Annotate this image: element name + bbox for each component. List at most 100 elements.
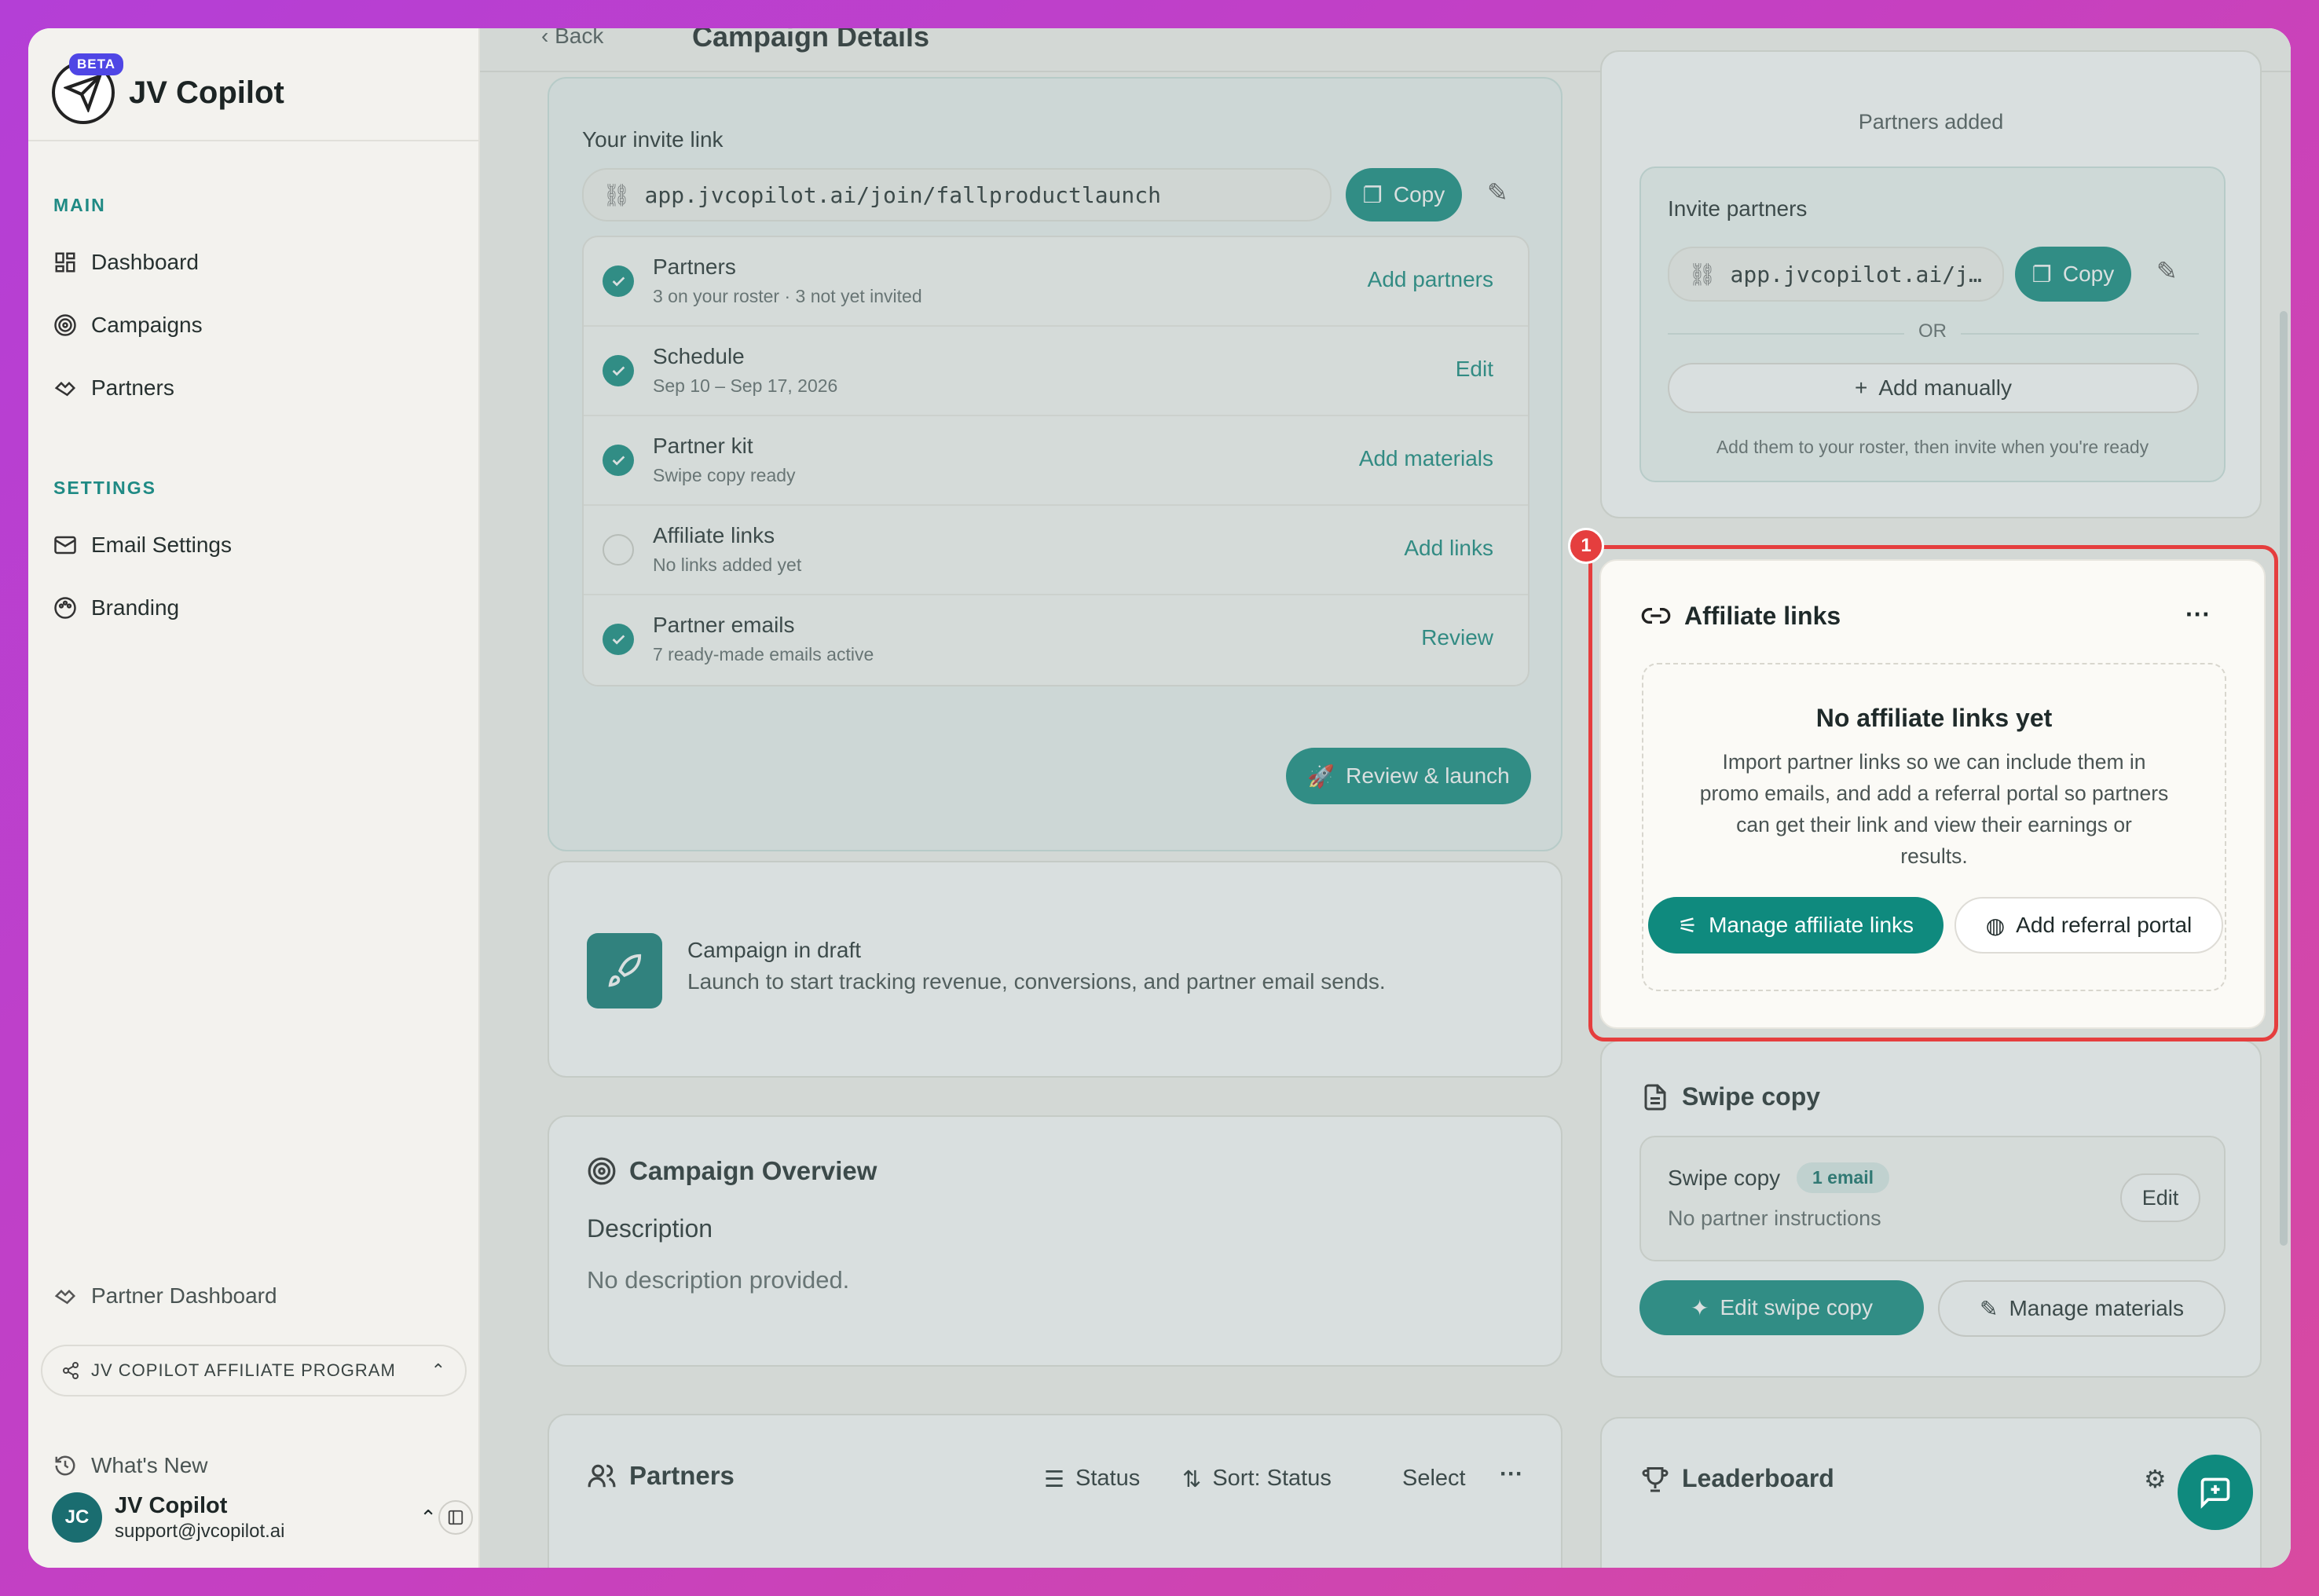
settings-section-label: SETTINGS [53,478,157,498]
checklist-row-schedule: Schedule Sep 10 – Sep 17, 2026 Edit [584,327,1528,416]
history-icon [55,1455,75,1476]
leaderboard-title: Leaderboard [1682,1464,1834,1492]
affiliate-program-toggle[interactable]: JV COPILOT AFFILIATE PROGRAM ⌃ [41,1345,467,1396]
empty-state-line: Import partner links so we can include t… [1722,750,2146,774]
partners-title: Partners [629,1461,735,1490]
status-filter-button[interactable]: ☰ Status [1044,1466,1140,1493]
sidebar-item-label: Partner Dashboard [91,1283,277,1308]
more-icon[interactable]: ··· [1500,1461,1523,1488]
manage-materials-button[interactable]: ✎ Manage materials [1938,1280,2226,1337]
pencil-icon[interactable]: ✎ [1487,178,1508,207]
add-links-link[interactable]: Add links [1404,536,1493,561]
invite-box: Invite partners ⛓ app.jvcopilot.ai/j… ❐ C… [1639,167,2226,482]
sidebar-item-email-settings[interactable]: Email Settings [53,522,446,569]
back-link[interactable]: ‹ Back [541,28,603,49]
draft-subtitle: Launch to start tracking revenue, conver… [687,969,1386,994]
sidebar-item-dashboard[interactable]: Dashboard [53,239,446,286]
swipe-copy-card: Swipe copy Swipe copy 1 email No partner… [1600,1040,2262,1378]
add-referral-portal-button[interactable]: ◍ Add referral portal [1954,897,2223,954]
magic-wand-icon: ✦ [1690,1295,1709,1320]
description-text: No description provided. [587,1266,850,1294]
gear-icon[interactable]: ⚙ [2144,1464,2167,1494]
copy-label: Copy [1393,182,1445,207]
draft-card: Campaign in draft Launch to start tracki… [548,861,1562,1078]
sort-button[interactable]: ⇅ Sort: Status [1182,1466,1332,1493]
affiliate-links-card: Affiliate links ··· No affiliate links y… [1599,559,2266,1029]
affiliate-program-label: JV COPILOT AFFILIATE PROGRAM [91,1360,396,1380]
empty-state-text: Import partner links so we can include t… [1643,746,2225,872]
sidebar-item-label: Email Settings [91,533,232,557]
more-icon[interactable]: ··· [2185,600,2211,629]
row-subtitle: Sep 10 – Sep 17, 2026 [653,375,838,396]
row-title: Schedule [653,344,745,368]
sidebar-item-partner-dashboard[interactable]: Partner Dashboard [53,1272,446,1320]
app-window: BETA JV Copilot MAIN Dashboard Campaigns… [28,28,2291,1568]
review-emails-link[interactable]: Review [1421,625,1493,650]
scrollbar[interactable] [2280,311,2288,1246]
add-manually-button[interactable]: + Add manually [1668,363,2199,413]
invite-link-value: app.jvcopilot.ai/j… [1730,261,1982,287]
add-materials-link[interactable]: Add materials [1359,446,1493,471]
beta-badge: BETA [69,53,124,75]
copy-icon: ❐ [1362,182,1383,207]
chevron-up-icon[interactable]: ⌃ [419,1506,437,1530]
affiliate-links-title: Affiliate links [1684,601,1841,630]
checklist-row-affiliate-links: Affiliate links No links added yet Add l… [584,506,1528,595]
leaderboard-card: Leaderboard ⚙ ⤓ [1600,1417,2262,1568]
description-label: Description [587,1214,713,1243]
sidebar-item-partners[interactable]: Partners [53,364,446,412]
edit-schedule-link[interactable]: Edit [1456,357,1493,382]
edit-swipe-copy-button[interactable]: ✦ Edit swipe copy [1639,1280,1924,1335]
check-icon [603,355,634,386]
user-email: support@jvcopilot.ai [115,1520,285,1542]
copy-label: Copy [2062,262,2115,286]
filter-icon: ☰ [1044,1467,1064,1492]
sidebar-item-branding[interactable]: Branding [53,584,446,631]
pencil-icon: ✎ [1979,1296,1998,1321]
paper-plane-logo-icon: BETA [52,53,124,124]
invite-link-field[interactable]: ⛓ app.jvcopilot.ai/join/fallproductlaunc… [582,168,1332,221]
empty-state-line: results. [1900,844,1968,868]
manage-affiliate-links-button[interactable]: ⚟ Manage affiliate links [1648,897,1943,954]
review-launch-label: Review & launch [1346,763,1510,788]
sidebar-item-campaigns[interactable]: Campaigns [53,302,446,349]
manage-affiliate-links-label: Manage affiliate links [1709,913,1914,937]
row-title: Affiliate links [653,523,775,547]
overview-title: Campaign Overview [629,1156,877,1185]
setup-checklist: Partners 3 on your roster · 3 not yet in… [582,236,1530,686]
back-label: Back [555,28,604,48]
target-icon [588,1157,616,1185]
or-separator: OR [1904,320,1961,342]
empty-state-line: promo emails, and add a referral portal … [1699,782,2169,805]
invite-hint: Add them to your roster, then invite whe… [1716,437,2149,457]
sidebar-item-whats-new[interactable]: What's New [53,1442,446,1489]
trophy-icon [1642,1466,1669,1492]
add-manually-label: Add manually [1878,375,2012,400]
copy-icon: ❐ [2031,262,2052,287]
invite-link-field[interactable]: ⛓ app.jvcopilot.ai/j… [1668,247,2004,302]
handshake-icon [54,1289,76,1305]
checklist-row-partners: Partners 3 on your roster · 3 not yet in… [584,237,1528,327]
user-name: JV Copilot [115,1492,228,1518]
brand[interactable]: BETA JV Copilot [52,46,284,140]
link-icon: ⛓ [603,181,631,208]
empty-state-title: No affiliate links yet [1815,704,2053,732]
sidebar-item-label: Campaigns [91,313,203,337]
avatar: JC [52,1492,102,1543]
copy-invite-button[interactable]: ❐ Copy [1346,168,1462,221]
chat-button[interactable] [2178,1455,2253,1530]
edit-swipe-item-button[interactable]: Edit [2120,1173,2200,1222]
sort-icon: ⇅ [1182,1467,1202,1492]
add-referral-portal-label: Add referral portal [2016,913,2193,937]
manage-materials-label: Manage materials [2009,1296,2185,1320]
invite-link-label: Your invite link [582,127,724,152]
review-launch-button[interactable]: 🚀 Review & launch [1286,748,1531,804]
rocket-icon: 🚀 [1307,763,1335,789]
user-menu[interactable]: JC JV Copilot support@jvcopilot.ai ⌃ [52,1486,473,1549]
mail-icon [54,536,76,555]
add-partners-link[interactable]: Add partners [1368,267,1493,292]
copy-invite-button[interactable]: ❐ Copy [2015,247,2131,302]
sidebar-toggle-icon[interactable] [438,1500,473,1535]
pencil-icon[interactable]: ✎ [2156,256,2178,286]
select-button[interactable]: Select [1402,1466,1466,1492]
